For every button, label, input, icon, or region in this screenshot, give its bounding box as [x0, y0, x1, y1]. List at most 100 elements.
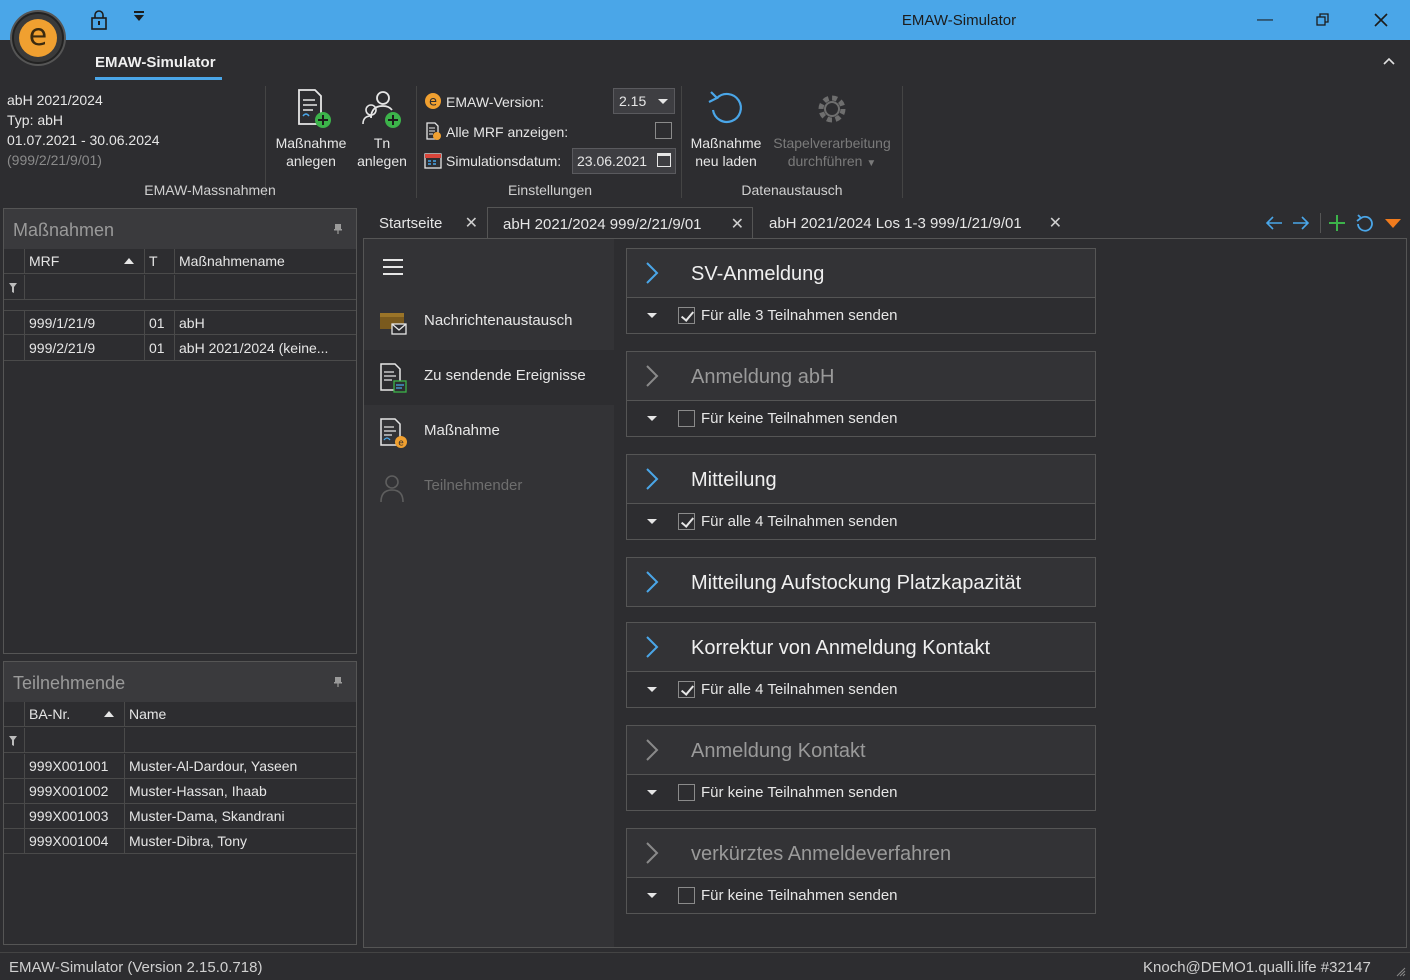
tab-menu-dropdown-icon[interactable] [1383, 212, 1403, 234]
restore-button[interactable] [1311, 8, 1335, 32]
table-row[interactable]: 999X001003 Muster-Dama, Skandrani [4, 804, 356, 829]
gear-icon [818, 95, 846, 123]
send-option-checkbox[interactable] [678, 513, 695, 530]
quick-access-dropdown-icon[interactable] [134, 11, 144, 21]
column-header-name[interactable]: Name [129, 706, 166, 722]
filter-row[interactable] [4, 275, 356, 300]
close-tab-icon[interactable]: ✕ [465, 213, 478, 233]
add-massnahme-button[interactable]: Maßnahme anlegen [272, 88, 350, 170]
mrf-setting: Alle MRF anzeigen: [424, 121, 614, 143]
nav-item-label: Zu sendende Ereignisse [424, 367, 586, 384]
add-tn-button[interactable]: Tn anlegen [352, 88, 412, 170]
event-header[interactable]: Mitteilung [627, 455, 1095, 503]
nav-item-label: Nachrichtenaustausch [424, 312, 573, 329]
app-logo[interactable]: e [12, 12, 64, 64]
reload-massnahme-button[interactable]: Maßnahme neu laden [686, 88, 766, 170]
tab-abh-2021-2024[interactable]: abH 2021/2024 999/2/21/9/01 ✕ [487, 207, 753, 239]
chevron-right-icon[interactable] [645, 841, 659, 865]
send-option-checkbox[interactable] [678, 307, 695, 324]
back-arrow-icon[interactable] [1264, 212, 1284, 234]
table-row[interactable]: 999X001001 Muster-Al-Dardour, Yaseen [4, 754, 356, 779]
column-header-t[interactable]: T [149, 253, 158, 269]
column-header-name[interactable]: Maßnahmename [179, 253, 285, 269]
event-header[interactable]: SV-Anmeldung [627, 249, 1095, 297]
info-type: Typ: abH [7, 112, 64, 128]
chevron-right-icon[interactable] [645, 570, 659, 594]
nav-item-massnahme[interactable]: e Maßnahme [364, 405, 614, 460]
pin-icon[interactable] [334, 677, 342, 687]
lock-icon[interactable] [90, 10, 108, 30]
expand-options-icon[interactable] [647, 893, 657, 898]
group-label-massnahmen: EMAW-Massnahmen [144, 182, 276, 198]
ribbon-tab-indicator [95, 77, 222, 80]
ba-nr-cell: 999X001001 [29, 758, 109, 774]
pin-icon[interactable] [334, 224, 342, 234]
table-row[interactable]: 999X001004 Muster-Dibra, Tony [4, 829, 356, 854]
column-header-mrf[interactable]: MRF [29, 253, 59, 269]
ribbon-tab-emaw[interactable]: EMAW-Simulator [95, 54, 216, 71]
event-card-anmeldung-abh: Anmeldung abH Für keine Teilnahmen sende… [626, 351, 1096, 437]
expand-options-icon[interactable] [647, 687, 657, 692]
close-window-button[interactable] [1369, 8, 1393, 32]
event-header[interactable]: verkürztes Anmeldeverfahren [627, 829, 1095, 877]
event-card-mitteilung-aufstockung: Mitteilung Aufstockung Platzkapazität [626, 557, 1096, 607]
send-option-checkbox[interactable] [678, 887, 695, 904]
close-tab-icon[interactable]: ✕ [1049, 213, 1062, 233]
event-header[interactable]: Anmeldung Kontakt [627, 726, 1095, 774]
nav-item-teilnehmender[interactable]: Teilnehmender [364, 460, 614, 515]
add-user-icon [362, 91, 401, 128]
filter-icon [9, 736, 17, 746]
show-all-mrf-checkbox[interactable] [655, 122, 672, 139]
calendar-picker-icon[interactable] [657, 153, 671, 167]
chevron-right-icon[interactable] [645, 635, 659, 659]
event-header[interactable]: Mitteilung Aufstockung Platzkapazität [627, 558, 1095, 606]
tab-abh-los-1-3[interactable]: abH 2021/2024 Los 1-3 999/1/21/9/01 ✕ [754, 207, 1070, 239]
expand-options-icon[interactable] [647, 416, 657, 421]
chevron-right-icon[interactable] [645, 467, 659, 491]
teilnehmende-panel: Teilnehmende BA-Nr. Name 999X001001 Must… [3, 661, 357, 945]
add-tn-label-1: Tn [373, 135, 391, 151]
event-option-row: Für alle 4 Teilnahmen senden [627, 503, 1095, 539]
chevron-right-icon[interactable] [645, 261, 659, 285]
expand-options-icon[interactable] [647, 790, 657, 795]
table-row[interactable]: 999/2/21/9 01 abH 2021/2024 (keine... [4, 336, 356, 361]
send-option-checkbox[interactable] [678, 410, 695, 427]
tab-startseite[interactable]: Startseite ✕ [364, 207, 486, 239]
nav-item-zu-sendende-ereignisse[interactable]: Zu sendende Ereignisse [364, 350, 614, 405]
refresh-icon [708, 91, 742, 124]
event-header[interactable]: Anmeldung abH [627, 352, 1095, 400]
expand-options-icon[interactable] [647, 519, 657, 524]
chevron-down-icon [658, 99, 668, 104]
chevron-right-icon[interactable] [645, 738, 659, 762]
minimize-button[interactable]: — [1253, 8, 1277, 32]
reload-label-2: neu laden [695, 153, 757, 169]
chevron-right-icon[interactable] [645, 364, 659, 388]
event-card-anmeldung-kontakt: Anmeldung Kontakt Für keine Teilnahmen s… [626, 725, 1096, 811]
group-label-einstellungen: Einstellungen [507, 182, 593, 198]
table-row[interactable]: 999/1/21/9 01 abH [4, 310, 356, 336]
add-tab-icon[interactable] [1327, 212, 1347, 234]
mrf-cell: 999/2/21/9 [29, 340, 96, 356]
column-header-ba-nr[interactable]: BA-Nr. [29, 706, 70, 722]
group-label-datenaustausch: Datenaustausch [741, 182, 843, 198]
expand-options-icon[interactable] [647, 313, 657, 318]
send-option-checkbox[interactable] [678, 681, 695, 698]
nav-item-nachrichtenaustausch[interactable]: Nachrichtenaustausch [364, 295, 614, 350]
name-cell: abH 2021/2024 (keine... [179, 340, 329, 356]
hamburger-menu-icon[interactable] [383, 259, 403, 275]
refresh-tab-icon[interactable] [1355, 212, 1375, 234]
event-header[interactable]: Korrektur von Anmeldung Kontakt [627, 623, 1095, 671]
resize-grip-icon[interactable] [1396, 967, 1406, 977]
tab-label: abH 2021/2024 Los 1-3 999/1/21/9/01 [769, 215, 1022, 232]
simulation-date-input[interactable]: 23.06.2021 [572, 148, 676, 174]
forward-arrow-icon[interactable] [1291, 212, 1311, 234]
svg-text:e: e [398, 439, 404, 449]
table-row[interactable]: 999X001002 Muster-Hassan, Ihaab [4, 779, 356, 804]
filter-row[interactable] [4, 728, 356, 753]
send-option-checkbox[interactable] [678, 784, 695, 801]
close-tab-icon[interactable]: ✕ [731, 214, 744, 234]
batch-processing-button[interactable]: Stapelverarbeitung durchführen ▼ [768, 88, 896, 173]
document-icon [426, 122, 441, 140]
collapse-ribbon-icon[interactable] [1382, 56, 1396, 66]
version-select[interactable]: 2.15 [613, 88, 675, 114]
